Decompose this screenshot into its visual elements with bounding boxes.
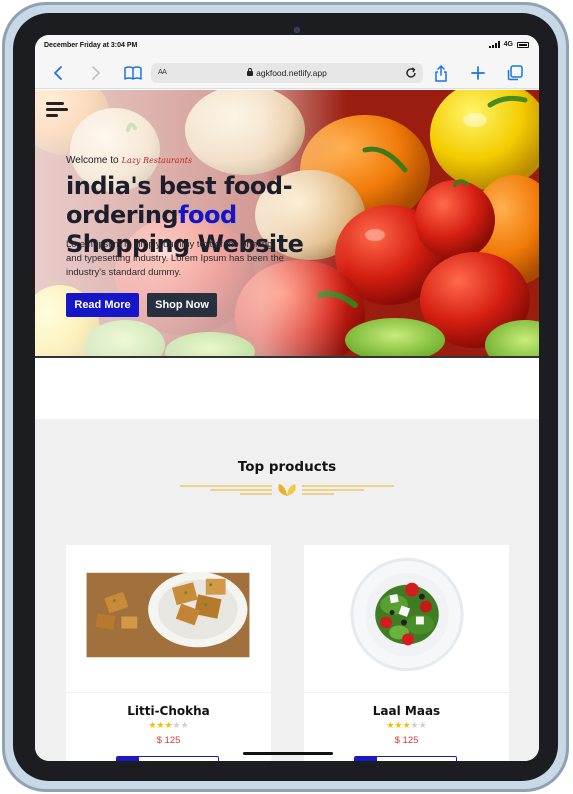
add-to-cart-button[interactable] [354, 756, 457, 761]
back-icon[interactable] [49, 63, 69, 83]
browser-toolbar: AA agkfood.netlify.app [35, 57, 539, 89]
signal-icon [488, 41, 500, 48]
battery-icon [517, 41, 529, 48]
home-indicator[interactable] [243, 752, 333, 755]
url-display[interactable]: agkfood.netlify.app [151, 68, 423, 78]
product-price: $ 125 [394, 735, 419, 746]
reload-icon[interactable] [404, 66, 418, 80]
status-time: December Friday at 3:04 PM [44, 42, 138, 49]
product-image-sweets [66, 571, 271, 693]
tabs-icon[interactable] [505, 63, 525, 83]
front-camera [294, 27, 300, 33]
hero-description: Lorem Ipsum is simply dummy text of the … [66, 239, 284, 278]
rating-stars-icon: ★★★★★ [148, 720, 189, 730]
new-tab-icon[interactable] [468, 63, 488, 83]
status-indicators: 4G [488, 41, 529, 48]
status-bar: December Friday at 3:04 PM 4G [35, 35, 539, 57]
address-bar[interactable]: AA agkfood.netlify.app [151, 63, 423, 83]
network-label: 4G [503, 41, 513, 48]
welcome-label: Welcome to [66, 155, 119, 166]
product-price: $ 125 [156, 735, 181, 746]
rating-stars-icon: ★★★★★ [386, 720, 427, 730]
hamburger-menu-icon[interactable] [46, 102, 68, 118]
url-text: agkfood.netlify.app [256, 68, 327, 78]
spacer-section [35, 358, 539, 419]
brand-script-logo: Lazy Restaurants [121, 156, 193, 165]
leaf-divider-icon [180, 484, 394, 496]
hero-banner: Welcome to Lazy Restaurants india's best … [35, 90, 539, 358]
share-icon[interactable] [431, 63, 451, 83]
lock-icon [247, 68, 254, 76]
product-name: Litti-Chokha [127, 704, 210, 718]
product-name: Laal Maas [372, 704, 441, 718]
headline-accent: food [178, 201, 237, 229]
add-to-cart-button[interactable] [116, 756, 219, 761]
shop-now-button[interactable]: Shop Now [147, 293, 217, 317]
section-title: Top products [237, 459, 337, 475]
top-products-section: Top products Litti-Chokha ★★★★★ $ 125 La… [35, 419, 539, 761]
bookmarks-icon[interactable] [123, 63, 143, 83]
forward-icon[interactable] [85, 63, 105, 83]
screen: December Friday at 3:04 PM 4G AA agkfood… [35, 35, 539, 761]
welcome-line: Welcome to Lazy Restaurants [66, 155, 192, 166]
product-image-salad [304, 557, 509, 693]
product-card[interactable]: Litti-Chokha ★★★★★ $ 125 [66, 545, 271, 761]
read-more-button[interactable]: Read More [66, 293, 139, 317]
product-card[interactable]: Laal Maas ★★★★★ $ 125 [304, 545, 509, 761]
